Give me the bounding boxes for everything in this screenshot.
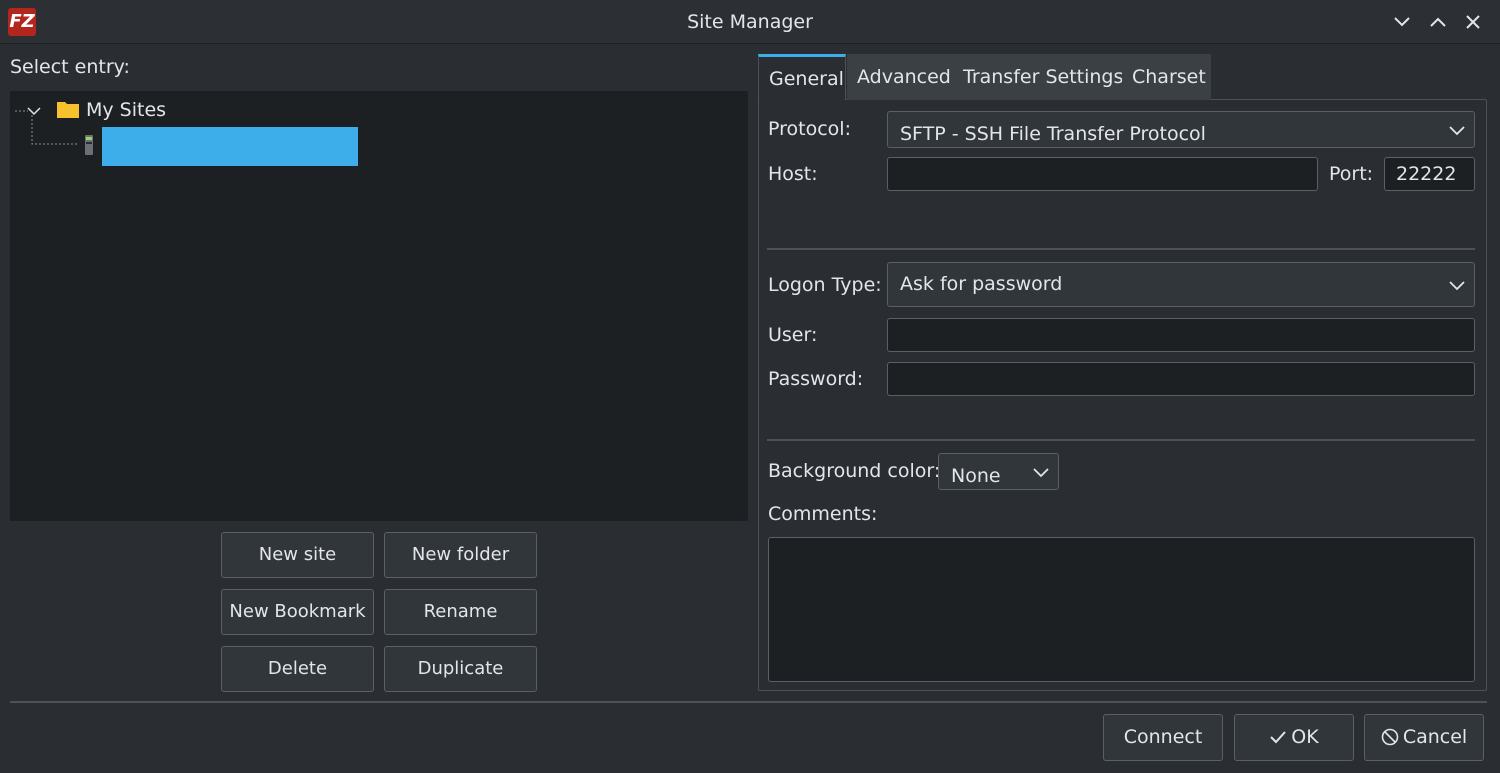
- new-site-button[interactable]: New site: [221, 532, 374, 578]
- divider: [767, 248, 1475, 250]
- chevron-down-icon: [1033, 468, 1049, 478]
- selected-site-entry[interactable]: [102, 127, 358, 166]
- logon-type-select[interactable]: Ask for password: [887, 262, 1475, 307]
- protocol-value: SFTP - SSH File Transfer Protocol: [900, 123, 1206, 145]
- ok-button[interactable]: OK: [1234, 714, 1354, 761]
- tree-root-label[interactable]: My Sites: [86, 99, 166, 121]
- duplicate-button[interactable]: Duplicate: [384, 646, 537, 692]
- minimize-icon[interactable]: [1388, 8, 1416, 36]
- tab-transfer-settings[interactable]: Transfer Settings: [953, 54, 1134, 100]
- background-color-select[interactable]: None: [938, 453, 1059, 490]
- chevron-down-icon[interactable]: [26, 103, 42, 119]
- close-icon[interactable]: [1459, 8, 1487, 36]
- select-entry-label: Select entry:: [10, 56, 130, 78]
- logon-type-value: Ask for password: [900, 273, 1063, 295]
- logon-type-label: Logon Type:: [768, 274, 882, 296]
- rename-button[interactable]: Rename: [384, 589, 537, 635]
- connect-button[interactable]: Connect: [1103, 714, 1223, 761]
- tab-general[interactable]: General: [758, 54, 846, 100]
- server-icon: [85, 135, 93, 155]
- cancel-label: Cancel: [1402, 726, 1468, 748]
- ok-label: OK: [1291, 726, 1319, 748]
- host-input[interactable]: [887, 157, 1318, 191]
- password-label: Password:: [768, 368, 864, 390]
- port-input[interactable]: 22222: [1384, 157, 1475, 191]
- folder-icon: [57, 102, 79, 118]
- divider: [767, 439, 1475, 441]
- background-color-value: None: [951, 465, 1001, 487]
- password-input[interactable]: [887, 362, 1475, 396]
- user-input[interactable]: [887, 318, 1475, 352]
- footer-divider: [10, 701, 1487, 703]
- comments-label: Comments:: [768, 503, 878, 525]
- chevron-down-icon: [1449, 126, 1465, 136]
- window-title: Site Manager: [687, 11, 813, 33]
- background-color-label: Background color:: [768, 460, 941, 482]
- port-label: Port:: [1329, 163, 1374, 185]
- tab-advanced[interactable]: Advanced: [847, 54, 961, 100]
- cancel-icon: [1381, 728, 1399, 746]
- protocol-label: Protocol:: [768, 118, 851, 140]
- host-label: Host:: [768, 163, 818, 185]
- site-tree[interactable]: My Sites: [10, 91, 748, 521]
- protocol-select[interactable]: SFTP - SSH File Transfer Protocol: [887, 111, 1475, 148]
- chevron-down-icon: [1449, 281, 1465, 291]
- maximize-icon[interactable]: [1424, 8, 1452, 36]
- cancel-button[interactable]: Cancel: [1364, 714, 1484, 761]
- new-folder-button[interactable]: New folder: [384, 532, 537, 578]
- check-icon: [1270, 731, 1287, 744]
- user-label: User:: [768, 324, 818, 346]
- comments-textarea[interactable]: [768, 537, 1475, 682]
- new-bookmark-button[interactable]: New Bookmark: [221, 589, 374, 635]
- tab-charset[interactable]: Charset: [1122, 54, 1211, 100]
- delete-button[interactable]: Delete: [221, 646, 374, 692]
